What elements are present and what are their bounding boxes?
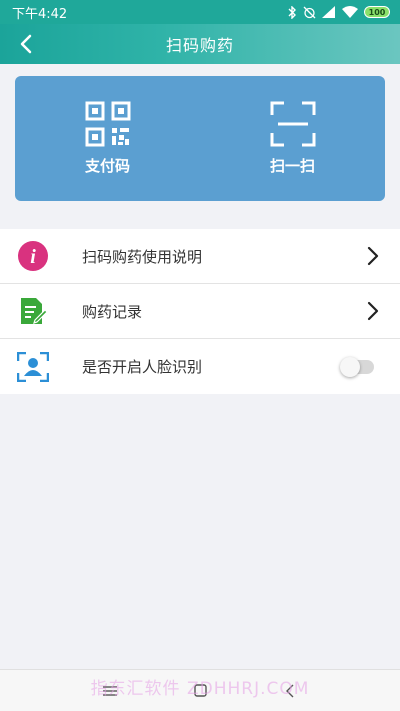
alarm-off-icon xyxy=(303,6,316,18)
menu-item-label: 购药记录 xyxy=(82,302,143,321)
status-time: 下午4:42 xyxy=(12,6,68,22)
chevron-right-icon xyxy=(367,301,379,321)
info-icon: i xyxy=(17,240,49,272)
record-icon xyxy=(17,295,49,327)
system-back-button[interactable] xyxy=(280,681,300,701)
toggle-knob xyxy=(340,356,360,377)
scan-frame-icon xyxy=(270,101,315,147)
battery-indicator: 100 xyxy=(364,6,390,18)
svg-text:i: i xyxy=(30,246,36,268)
status-icons: 100 xyxy=(287,5,390,19)
scan-card: 支付码 扫一扫 xyxy=(15,76,385,201)
wifi-icon xyxy=(342,6,358,18)
back-button[interactable] xyxy=(12,30,40,58)
scan-label: 扫一扫 xyxy=(269,157,315,175)
scan-button[interactable]: 扫一扫 xyxy=(233,101,353,176)
bluetooth-icon xyxy=(288,5,296,19)
pay-code-button[interactable]: 支付码 xyxy=(48,101,168,176)
menu-item-face-recognition: 是否开启人脸识别 xyxy=(0,339,400,394)
chevron-right-icon xyxy=(367,246,379,266)
pay-code-label: 支付码 xyxy=(84,157,130,175)
system-nav-bar xyxy=(0,669,400,711)
chevron-left-icon xyxy=(20,34,32,54)
menu-item-purchase-records[interactable]: 购药记录 xyxy=(0,284,400,339)
home-button[interactable] xyxy=(190,681,210,701)
menu-button[interactable] xyxy=(100,681,120,701)
back-triangle-icon xyxy=(286,684,294,697)
settings-menu: i 扫码购药使用说明 购药记录 是否开启人脸识别 xyxy=(0,229,400,394)
signal-icon xyxy=(322,6,335,18)
face-recognition-toggle[interactable] xyxy=(340,356,374,377)
menu-item-instructions[interactable]: i 扫码购药使用说明 xyxy=(0,229,400,284)
page-title: 扫码购药 xyxy=(165,36,234,55)
navigation-bar: 扫码购药 xyxy=(0,24,400,64)
menu-item-label: 扫码购药使用说明 xyxy=(82,247,203,266)
qr-code-icon xyxy=(85,101,130,147)
home-square-icon xyxy=(193,684,207,697)
menu-item-label: 是否开启人脸识别 xyxy=(82,358,203,376)
hamburger-icon xyxy=(103,685,117,696)
face-id-icon xyxy=(17,351,49,383)
status-bar: 下午4:42 100 xyxy=(0,0,400,24)
